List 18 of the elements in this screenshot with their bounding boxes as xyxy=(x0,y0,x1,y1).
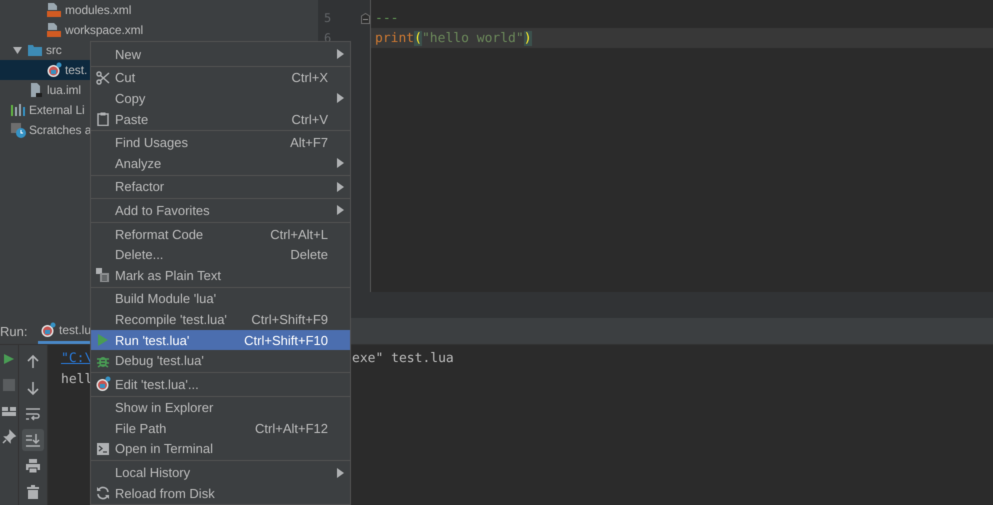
tree-item-label: src xyxy=(46,43,62,57)
shortcut-label: Ctrl+Alt+F12 xyxy=(255,420,328,436)
tree-item-label: test. xyxy=(65,63,88,77)
shortcut-label: Alt+F7 xyxy=(290,135,328,150)
shortcut-label: Ctrl+V xyxy=(292,112,328,127)
shortcut-label: Ctrl+Alt+L xyxy=(270,226,328,242)
code-line: --- xyxy=(374,10,400,28)
tree-item-label: modules.xml xyxy=(65,3,132,17)
shortcut-label: Ctrl+X xyxy=(292,70,328,86)
shortcut-label: Ctrl+Shift+F9 xyxy=(251,312,328,327)
console-text: hell xyxy=(61,372,92,387)
panel-title: Run: xyxy=(0,324,28,338)
tree-item-label: lua.iml xyxy=(47,83,81,97)
console-text: exe" test.lua xyxy=(352,351,454,366)
shortcut-label: Delete xyxy=(290,247,328,262)
tree-item-label: workspace.xml xyxy=(65,23,144,37)
shortcut-label: Ctrl+Shift+F10 xyxy=(244,332,328,348)
tree-item-label: External Li xyxy=(29,103,85,117)
